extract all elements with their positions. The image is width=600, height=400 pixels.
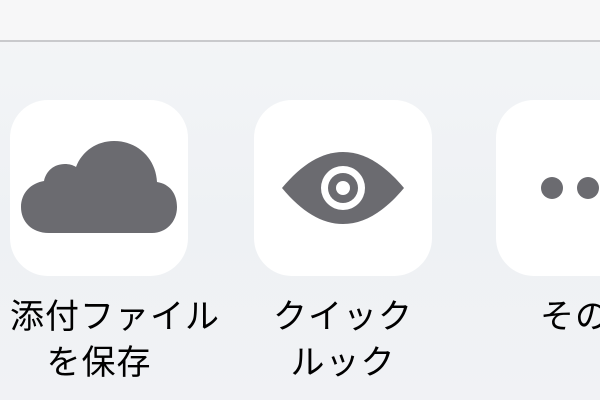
separator: [0, 40, 600, 42]
save-attachment-tile[interactable]: [10, 100, 188, 276]
share-sheet: 添付ファイル を保存 クイック ルック その: [0, 0, 600, 400]
save-attachment-label: 添付ファイル を保存: [10, 294, 220, 386]
save-attachment-action[interactable]: 添付ファイル を保存: [10, 100, 220, 386]
top-area: [0, 0, 600, 40]
quick-look-label-line1: クイック: [273, 297, 413, 337]
quick-look-label: クイック ルック: [254, 294, 432, 386]
save-attachment-label-line2: を保存: [46, 343, 152, 383]
quick-look-label-line2: ルック: [290, 343, 396, 383]
quick-look-action[interactable]: クイック ルック: [254, 100, 432, 386]
eye-icon: [282, 152, 404, 224]
quick-look-tile[interactable]: [254, 100, 432, 276]
save-attachment-label-line1: 添付ファイル: [10, 297, 220, 337]
more-tile[interactable]: [496, 100, 600, 276]
more-label-line1: その: [540, 297, 600, 337]
more-icon: [541, 177, 599, 199]
cloud-icon: [21, 141, 177, 233]
more-action[interactable]: その: [496, 100, 600, 340]
more-label: その: [496, 294, 600, 340]
